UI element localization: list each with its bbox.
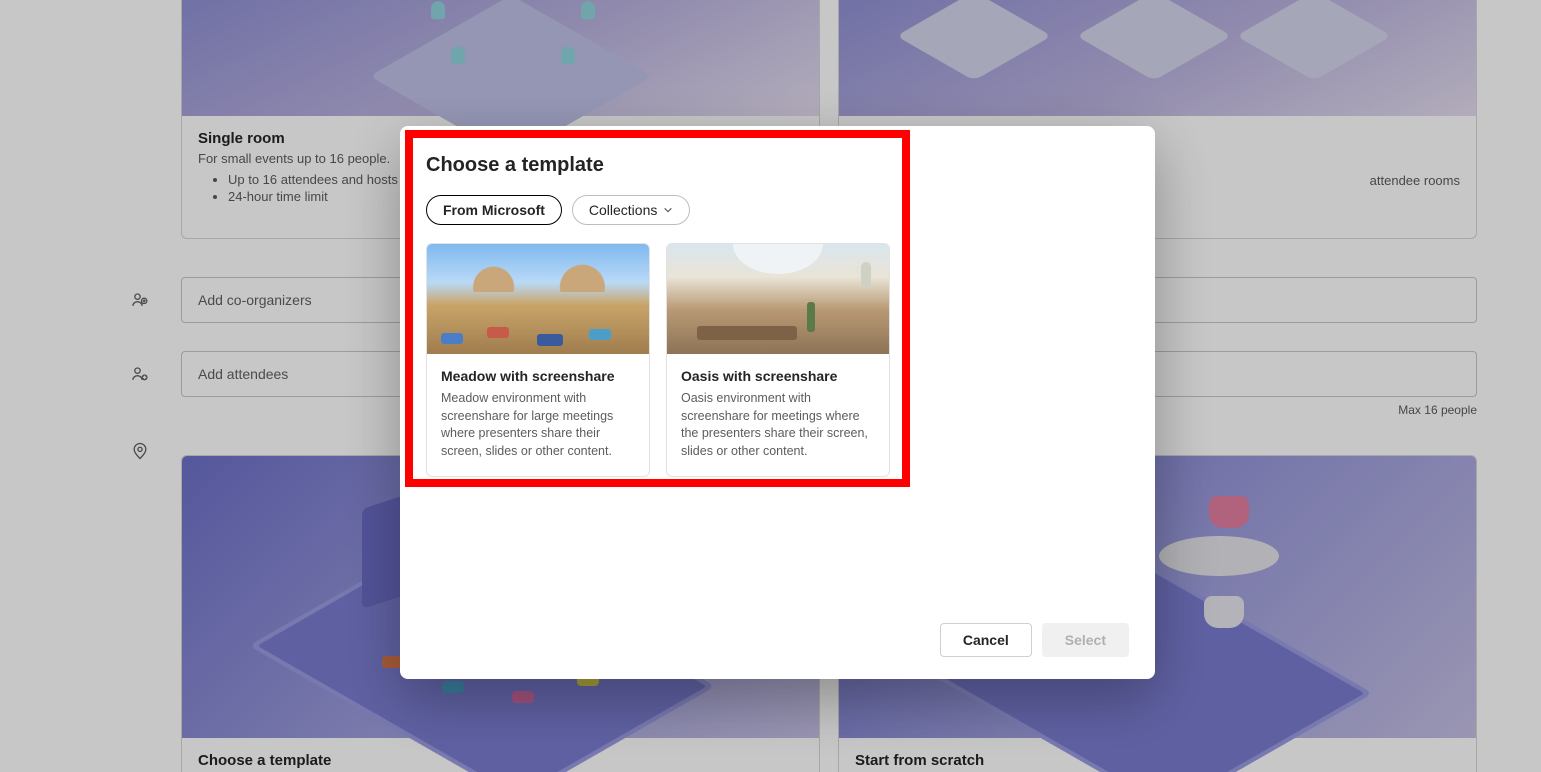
tab-collections[interactable]: Collections [572, 195, 690, 225]
cancel-button[interactable]: Cancel [940, 623, 1032, 657]
tab-from-microsoft-label: From Microsoft [443, 202, 545, 218]
template-card-meadow[interactable]: Meadow with screenshare Meadow environme… [426, 243, 650, 477]
choose-template-dialog: Choose a template From Microsoft Collect… [400, 126, 1155, 679]
dialog-title: Choose a template [426, 154, 1129, 177]
dialog-footer: Cancel Select [400, 609, 1155, 679]
template-oasis-description: Oasis environment with screenshare for m… [681, 390, 875, 460]
tab-from-microsoft[interactable]: From Microsoft [426, 195, 562, 225]
template-oasis-title: Oasis with screenshare [681, 368, 875, 384]
template-oasis-image [667, 244, 889, 354]
template-meadow-image [427, 244, 649, 354]
tab-collections-label: Collections [589, 202, 657, 218]
template-meadow-description: Meadow environment with screenshare for … [441, 390, 635, 460]
template-card-oasis[interactable]: Oasis with screenshare Oasis environment… [666, 243, 890, 477]
template-meadow-title: Meadow with screenshare [441, 368, 635, 384]
template-source-tabs: From Microsoft Collections [426, 195, 1129, 225]
select-button[interactable]: Select [1042, 623, 1129, 657]
chevron-down-icon [663, 205, 673, 215]
template-grid: Meadow with screenshare Meadow environme… [426, 243, 1129, 477]
